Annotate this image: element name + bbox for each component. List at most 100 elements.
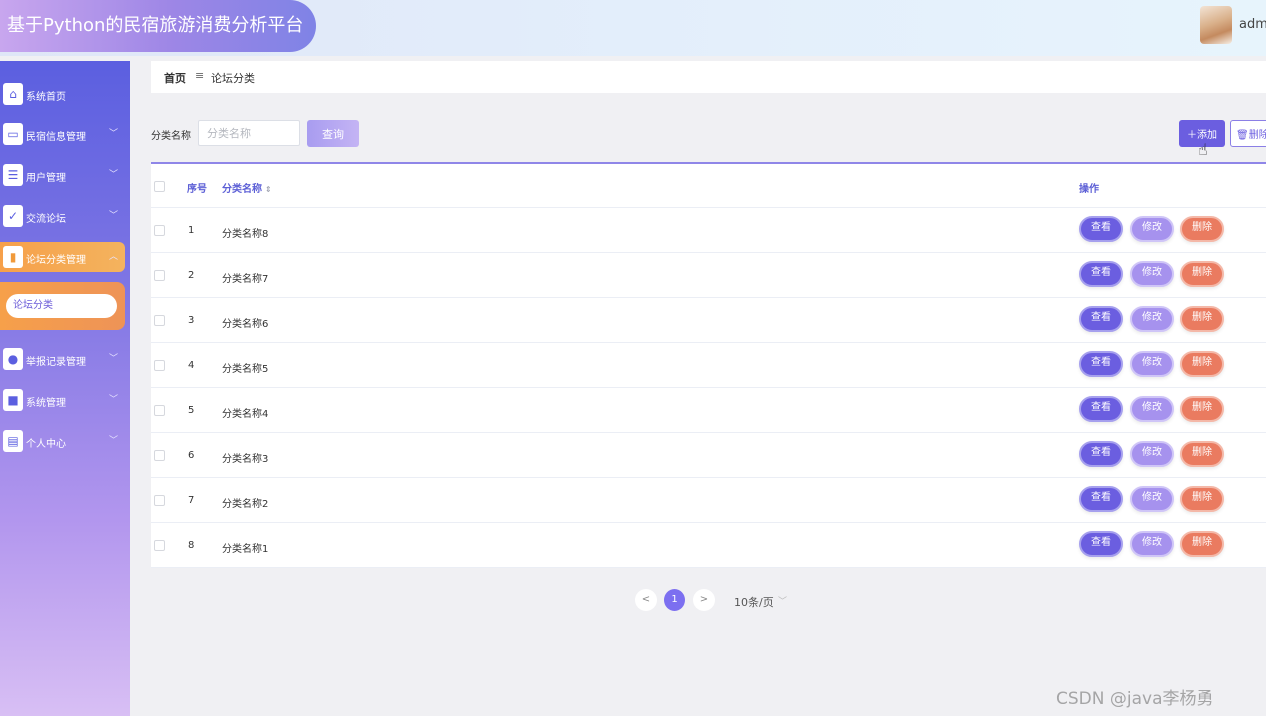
sidebar-item-label: 举报记录管理: [26, 357, 86, 368]
row-checkbox[interactable]: [154, 360, 165, 371]
row-category-name: 分类名称6: [222, 319, 269, 330]
row-index: 7: [188, 495, 195, 506]
search-label: 分类名称: [151, 131, 191, 142]
page-size-select[interactable]: 10条/页: [734, 594, 774, 610]
home-icon: ⌂: [3, 83, 23, 105]
view-button[interactable]: 查看: [1079, 306, 1123, 332]
row-category-name: 分类名称8: [222, 229, 269, 240]
view-button[interactable]: 查看: [1079, 396, 1123, 422]
category-table: 序号 分类名称 ⇕ 操作 1 分类名称8 查看 修改 删除 2 分类名称7 查看 修改 删除 3 分类名…: [151, 162, 1266, 568]
row-checkbox[interactable]: [154, 540, 165, 551]
prev-page-button[interactable]: <: [635, 589, 657, 611]
batch-delete-button[interactable]: 🗑删除: [1230, 120, 1266, 147]
edit-button[interactable]: 修改: [1130, 216, 1174, 242]
avatar[interactable]: [1200, 6, 1232, 44]
sidebar-item-reports[interactable]: ● 举报记录管理 ﹀: [0, 344, 125, 374]
row-checkbox[interactable]: [154, 495, 165, 506]
column-header-name-label: 分类名称: [222, 184, 262, 195]
row-category-name: 分类名称7: [222, 274, 269, 285]
table-row: 5 分类名称4 查看 修改 删除: [151, 388, 1266, 433]
sidebar-item-home[interactable]: ⌂ 系统首页: [0, 79, 125, 109]
chevron-down-icon: ﹀: [109, 129, 119, 139]
delete-button[interactable]: 删除: [1180, 306, 1224, 332]
sidebar-item-label: 用户管理: [26, 173, 66, 184]
row-index: 4: [188, 360, 195, 371]
delete-button[interactable]: 删除: [1180, 396, 1224, 422]
chevron-down-icon: ﹀: [109, 436, 119, 446]
edit-button[interactable]: 修改: [1130, 441, 1174, 467]
view-button[interactable]: 查看: [1079, 486, 1123, 512]
sidebar-item-homestay[interactable]: ▭ 民宿信息管理 ﹀: [0, 119, 125, 149]
top-header: 基于Python的民宿旅游消费分析平台 admi: [0, 0, 1266, 56]
row-checkbox[interactable]: [154, 270, 165, 281]
breadcrumb: 首页 ≡ 论坛分类: [151, 61, 1266, 93]
row-index: 1: [188, 225, 195, 236]
delete-button[interactable]: 删除: [1180, 261, 1224, 287]
sidebar: ⌂ 系统首页 ▭ 民宿信息管理 ﹀ ☰ 用户管理 ﹀ ✓ 交流论坛 ﹀ ▮ 论坛…: [0, 61, 130, 716]
clipboard-check-icon: ✓: [3, 205, 23, 227]
sidebar-item-label: 系统管理: [26, 398, 66, 409]
page-1-button[interactable]: 1: [664, 589, 685, 611]
select-all-checkbox[interactable]: [154, 181, 165, 192]
row-checkbox[interactable]: [154, 225, 165, 236]
chevron-down-icon: ﹀: [109, 211, 119, 221]
breadcrumb-current: 论坛分类: [211, 72, 255, 85]
table-row: 8 分类名称1 查看 修改 删除: [151, 523, 1266, 568]
sort-icon[interactable]: ⇕: [265, 185, 272, 194]
delete-button[interactable]: 删除: [1180, 216, 1224, 242]
edit-button[interactable]: 修改: [1130, 396, 1174, 422]
row-checkbox[interactable]: [154, 450, 165, 461]
view-button[interactable]: 查看: [1079, 216, 1123, 242]
sidebar-item-label: 论坛分类管理: [26, 255, 86, 266]
breadcrumb-separator-icon: ≡: [195, 69, 205, 82]
next-page-button[interactable]: >: [693, 589, 715, 611]
delete-button[interactable]: 删除: [1180, 441, 1224, 467]
user-name[interactable]: admi: [1239, 17, 1266, 32]
delete-button[interactable]: 删除: [1180, 531, 1224, 557]
row-category-name: 分类名称3: [222, 454, 269, 465]
column-header-name[interactable]: 分类名称 ⇕: [222, 180, 272, 195]
row-checkbox[interactable]: [154, 405, 165, 416]
view-button[interactable]: 查看: [1079, 531, 1123, 557]
sidebar-item-system[interactable]: ■ 系统管理 ﹀: [0, 385, 125, 415]
sidebar-item-forum[interactable]: ✓ 交流论坛 ﹀: [0, 201, 125, 231]
edit-button[interactable]: 修改: [1130, 531, 1174, 557]
edit-button[interactable]: 修改: [1130, 486, 1174, 512]
query-button[interactable]: 查询: [307, 120, 359, 147]
delete-button[interactable]: 删除: [1180, 351, 1224, 377]
row-category-name: 分类名称5: [222, 364, 269, 375]
search-input[interactable]: [198, 120, 300, 146]
app-title: 基于Python的民宿旅游消费分析平台: [0, 0, 316, 52]
breadcrumb-home[interactable]: 首页: [164, 70, 186, 86]
table-row: 2 分类名称7 查看 修改 删除: [151, 253, 1266, 298]
row-index: 3: [188, 315, 195, 326]
edit-button[interactable]: 修改: [1130, 306, 1174, 332]
submenu: 论坛分类: [0, 282, 125, 330]
monitor-icon: ▭: [3, 123, 23, 145]
row-checkbox[interactable]: [154, 315, 165, 326]
row-index: 8: [188, 540, 195, 551]
row-category-name: 分类名称1: [222, 544, 269, 555]
submenu-item-forum-category[interactable]: 论坛分类: [6, 294, 117, 318]
sidebar-item-forum-category[interactable]: ▮ 论坛分类管理 ︿: [0, 242, 125, 272]
delete-button[interactable]: 删除: [1180, 486, 1224, 512]
card-icon: ▤: [3, 430, 23, 452]
trash-icon: 🗑: [1236, 130, 1249, 141]
edit-button[interactable]: 修改: [1130, 261, 1174, 287]
edit-button[interactable]: 修改: [1130, 351, 1174, 377]
sidebar-item-label: 系统首页: [26, 92, 66, 103]
view-button[interactable]: 查看: [1079, 441, 1123, 467]
table-row: 3 分类名称6 查看 修改 删除: [151, 298, 1266, 343]
view-button[interactable]: 查看: [1079, 351, 1123, 377]
sliders-icon: ☰: [3, 164, 23, 186]
sidebar-item-users[interactable]: ☰ 用户管理 ﹀: [0, 160, 125, 190]
book-icon: ▮: [3, 246, 23, 268]
table-row: 1 分类名称8 查看 修改 删除: [151, 208, 1266, 253]
chevron-down-icon: ﹀: [109, 395, 119, 405]
watermark: CSDN @java李杨勇: [1056, 689, 1214, 709]
plus-icon: ＋: [1187, 130, 1197, 141]
row-index: 5: [188, 405, 195, 416]
sidebar-item-profile[interactable]: ▤ 个人中心 ﹀: [0, 426, 125, 456]
view-button[interactable]: 查看: [1079, 261, 1123, 287]
chevron-down-icon: ﹀: [778, 597, 788, 607]
